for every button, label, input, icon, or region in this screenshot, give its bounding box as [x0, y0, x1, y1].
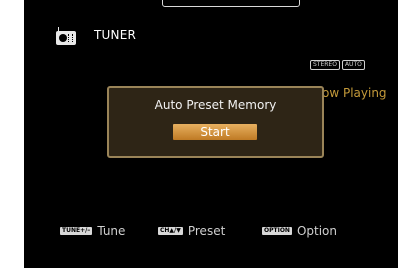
- top-title-frame: [162, 0, 300, 7]
- dialog-title: Auto Preset Memory: [154, 98, 277, 112]
- tune-hint: TUNE+/– Tune: [60, 224, 125, 238]
- antenna-icon-part: [58, 27, 59, 32]
- now-playing-label: ow Playing: [322, 86, 387, 100]
- status-indicators: STEREO AUTO: [310, 60, 367, 70]
- option-hint: OPTION Option: [262, 224, 337, 238]
- auto-preset-dialog: Auto Preset Memory Start: [107, 86, 324, 158]
- auto-indicator: AUTO: [341, 60, 365, 70]
- option-key-icon: OPTION: [262, 227, 292, 235]
- source-name: TUNER: [94, 28, 137, 42]
- stereo-indicator: STEREO: [310, 60, 340, 70]
- tune-key-icon: TUNE+/–: [60, 227, 93, 235]
- channel-key-icon: CH▲/▼: [158, 227, 183, 235]
- tuner-screen: TUNER STEREO AUTO ow Playing Auto Preset…: [24, 0, 398, 268]
- preset-hint-label: Preset: [187, 224, 226, 238]
- preset-hint: CH▲/▼ Preset: [158, 224, 225, 238]
- dial-icon-part: [68, 34, 73, 42]
- speaker-icon-part: [59, 34, 67, 42]
- start-button[interactable]: Start: [173, 124, 257, 140]
- tune-hint-label: Tune: [97, 224, 126, 238]
- radio-tuner-icon: [56, 27, 76, 45]
- option-hint-label: Option: [296, 224, 338, 238]
